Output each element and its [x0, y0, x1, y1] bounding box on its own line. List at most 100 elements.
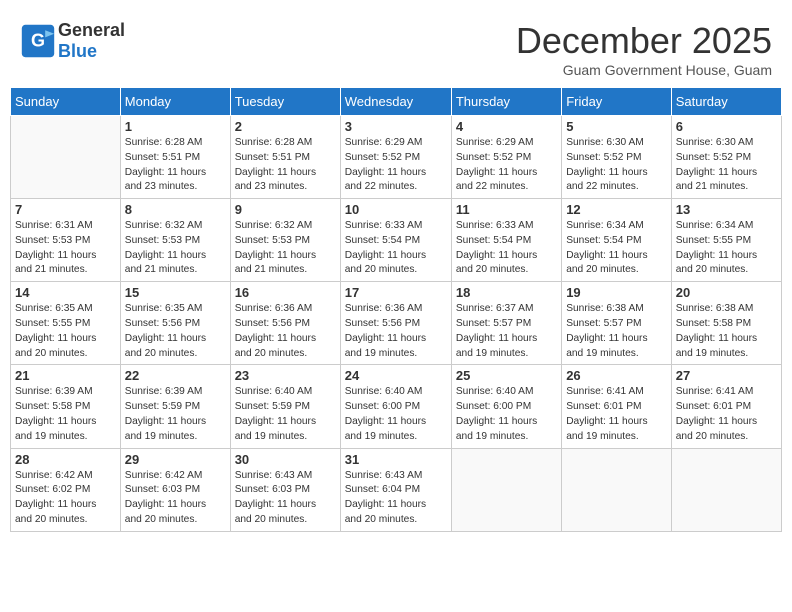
page-header: G General Blue December 2025 Guam Govern…: [10, 10, 782, 83]
day-info: Sunrise: 6:40 AMSunset: 6:00 PMDaylight:…: [456, 385, 557, 444]
day-of-week-header: Sunday: [11, 88, 121, 116]
calendar-cell: 10 Sunrise: 6:33 AMSunset: 5:54 PMDayligh…: [340, 199, 451, 282]
day-info: Sunrise: 6:32 AMSunset: 5:53 PMDaylight:…: [235, 219, 336, 278]
day-number: 16: [235, 285, 336, 300]
calendar-cell: 5Sunrise: 6:30 AMSunset: 5:52 PMDaylight…: [562, 116, 672, 199]
day-number: 27: [676, 368, 777, 383]
day-info: Sunrise: 6:36 AMSunset: 5:56 PMDaylight:…: [345, 302, 447, 361]
day-number: 18: [456, 285, 557, 300]
day-info: Sunrise: 6:38 AMSunset: 5:57 PMDaylight:…: [566, 302, 667, 361]
day-info: Sunrise: 6:42 AMSunset: 6:02 PMDaylight:…: [15, 469, 116, 528]
day-of-week-header: Tuesday: [230, 88, 340, 116]
calendar-cell: 16 Sunrise: 6:36 AMSunset: 5:56 PMDayligh…: [230, 282, 340, 365]
logo-icon: G: [20, 23, 56, 59]
day-info: Sunrise: 6:30 AMSunset: 5:52 PMDaylight:…: [676, 136, 777, 195]
day-number: 30: [235, 452, 336, 467]
day-info: Sunrise: 6:28 AMSunset: 5:51 PMDaylight:…: [235, 136, 336, 195]
calendar-cell: 30 Sunrise: 6:43 AMSunset: 6:03 PMDayligh…: [230, 448, 340, 531]
day-info: Sunrise: 6:42 AMSunset: 6:03 PMDaylight:…: [125, 469, 226, 528]
day-number: 6: [676, 119, 777, 134]
calendar-cell: 4 Sunrise: 6:29 AMSunset: 5:52 PMDaylight…: [451, 116, 561, 199]
calendar-cell: 11 Sunrise: 6:33 AMSunset: 5:54 PMDayligh…: [451, 199, 561, 282]
calendar-cell: 27Sunrise: 6:41 AMSunset: 6:01 PMDayligh…: [671, 365, 781, 448]
day-number: 25: [456, 368, 557, 383]
calendar-cell: 15Sunrise: 6:35 AMSunset: 5:56 PMDayligh…: [120, 282, 230, 365]
day-number: 17: [345, 285, 447, 300]
day-number: 13: [676, 202, 777, 217]
calendar-week-row: 21 Sunrise: 6:39 AMSunset: 5:58 PMDayligh…: [11, 365, 782, 448]
day-info: Sunrise: 6:28 AMSunset: 5:51 PMDaylight:…: [125, 136, 226, 195]
day-number: 29: [125, 452, 226, 467]
day-number: 9: [235, 202, 336, 217]
calendar-cell: 18Sunrise: 6:37 AMSunset: 5:57 PMDayligh…: [451, 282, 561, 365]
day-number: 8: [125, 202, 226, 217]
day-number: 10: [345, 202, 447, 217]
calendar-cell: 20 Sunrise: 6:38 AMSunset: 5:58 PMDayligh…: [671, 282, 781, 365]
day-info: Sunrise: 6:29 AMSunset: 5:52 PMDaylight:…: [456, 136, 557, 195]
day-number: 23: [235, 368, 336, 383]
calendar-cell: [451, 448, 561, 531]
day-number: 4: [456, 119, 557, 134]
day-number: 15: [125, 285, 226, 300]
day-info: Sunrise: 6:34 AMSunset: 5:54 PMDaylight:…: [566, 219, 667, 278]
day-of-week-header: Saturday: [671, 88, 781, 116]
day-of-week-header: Monday: [120, 88, 230, 116]
calendar-week-row: 7Sunrise: 6:31 AMSunset: 5:53 PMDaylight…: [11, 199, 782, 282]
calendar-cell: 3Sunrise: 6:29 AMSunset: 5:52 PMDaylight…: [340, 116, 451, 199]
logo: G General Blue: [20, 20, 125, 62]
day-number: 21: [15, 368, 116, 383]
calendar-cell: 7Sunrise: 6:31 AMSunset: 5:53 PMDaylight…: [11, 199, 121, 282]
calendar-header-row: SundayMondayTuesdayWednesdayThursdayFrid…: [11, 88, 782, 116]
day-info: Sunrise: 6:41 AMSunset: 6:01 PMDaylight:…: [566, 385, 667, 444]
calendar-cell: 28 Sunrise: 6:42 AMSunset: 6:02 PMDayligh…: [11, 448, 121, 531]
logo-text-blue: Blue: [58, 41, 97, 61]
calendar-cell: 1Sunrise: 6:28 AMSunset: 5:51 PMDaylight…: [120, 116, 230, 199]
day-number: 7: [15, 202, 116, 217]
logo-text-general: General: [58, 20, 125, 40]
svg-text:G: G: [31, 30, 45, 50]
calendar-cell: 6 Sunrise: 6:30 AMSunset: 5:52 PMDaylight…: [671, 116, 781, 199]
day-number: 14: [15, 285, 116, 300]
day-number: 28: [15, 452, 116, 467]
calendar-cell: 26Sunrise: 6:41 AMSunset: 6:01 PMDayligh…: [562, 365, 672, 448]
calendar-cell: 24Sunrise: 6:40 AMSunset: 6:00 PMDayligh…: [340, 365, 451, 448]
calendar-cell: [671, 448, 781, 531]
day-info: Sunrise: 6:33 AMSunset: 5:54 PMDaylight:…: [345, 219, 447, 278]
day-number: 11: [456, 202, 557, 217]
day-info: Sunrise: 6:35 AMSunset: 5:55 PMDaylight:…: [15, 302, 116, 361]
day-number: 12: [566, 202, 667, 217]
day-number: 31: [345, 452, 447, 467]
calendar-cell: 21 Sunrise: 6:39 AMSunset: 5:58 PMDayligh…: [11, 365, 121, 448]
day-info: Sunrise: 6:43 AMSunset: 6:04 PMDaylight:…: [345, 469, 447, 528]
day-info: Sunrise: 6:38 AMSunset: 5:58 PMDaylight:…: [676, 302, 777, 361]
calendar-cell: 19Sunrise: 6:38 AMSunset: 5:57 PMDayligh…: [562, 282, 672, 365]
day-info: Sunrise: 6:36 AMSunset: 5:56 PMDaylight:…: [235, 302, 336, 361]
calendar-cell: 14 Sunrise: 6:35 AMSunset: 5:55 PMDayligh…: [11, 282, 121, 365]
title-block: December 2025 Guam Government House, Gua…: [516, 20, 772, 78]
day-info: Sunrise: 6:34 AMSunset: 5:55 PMDaylight:…: [676, 219, 777, 278]
calendar-cell: 2 Sunrise: 6:28 AMSunset: 5:51 PMDaylight…: [230, 116, 340, 199]
calendar-week-row: 1Sunrise: 6:28 AMSunset: 5:51 PMDaylight…: [11, 116, 782, 199]
day-of-week-header: Thursday: [451, 88, 561, 116]
calendar-cell: 31 Sunrise: 6:43 AMSunset: 6:04 PMDayligh…: [340, 448, 451, 531]
day-info: Sunrise: 6:30 AMSunset: 5:52 PMDaylight:…: [566, 136, 667, 195]
calendar-table: SundayMondayTuesdayWednesdayThursdayFrid…: [10, 87, 782, 532]
day-info: Sunrise: 6:33 AMSunset: 5:54 PMDaylight:…: [456, 219, 557, 278]
calendar-cell: 23Sunrise: 6:40 AMSunset: 5:59 PMDayligh…: [230, 365, 340, 448]
day-info: Sunrise: 6:40 AMSunset: 6:00 PMDaylight:…: [345, 385, 447, 444]
calendar-cell: 29 Sunrise: 6:42 AMSunset: 6:03 PMDayligh…: [120, 448, 230, 531]
day-of-week-header: Friday: [562, 88, 672, 116]
calendar-cell: 25 Sunrise: 6:40 AMSunset: 6:00 PMDayligh…: [451, 365, 561, 448]
calendar-cell: 8Sunrise: 6:32 AMSunset: 5:53 PMDaylight…: [120, 199, 230, 282]
calendar-location: Guam Government House, Guam: [516, 62, 772, 78]
day-number: 20: [676, 285, 777, 300]
day-info: Sunrise: 6:39 AMSunset: 5:58 PMDaylight:…: [15, 385, 116, 444]
day-number: 2: [235, 119, 336, 134]
calendar-cell: 22Sunrise: 6:39 AMSunset: 5:59 PMDayligh…: [120, 365, 230, 448]
calendar-cell: 12 Sunrise: 6:34 AMSunset: 5:54 PMDayligh…: [562, 199, 672, 282]
calendar-cell: 13 Sunrise: 6:34 AMSunset: 5:55 PMDayligh…: [671, 199, 781, 282]
calendar-title: December 2025: [516, 20, 772, 62]
day-info: Sunrise: 6:43 AMSunset: 6:03 PMDaylight:…: [235, 469, 336, 528]
calendar-week-row: 28 Sunrise: 6:42 AMSunset: 6:02 PMDayligh…: [11, 448, 782, 531]
calendar-cell: [11, 116, 121, 199]
